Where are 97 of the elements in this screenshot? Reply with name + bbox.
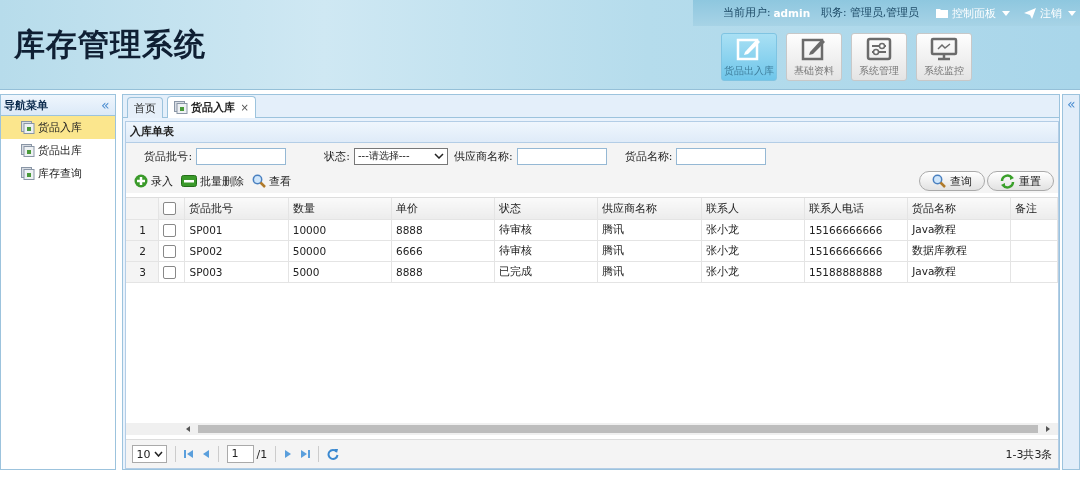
checkbox[interactable] — [163, 223, 177, 237]
column-header[interactable]: 供应商名称 — [598, 198, 702, 220]
page-icon — [21, 167, 35, 180]
search-icon — [932, 174, 947, 188]
monitor-icon — [930, 37, 958, 61]
role-label: 职务: — [821, 6, 847, 20]
column-header[interactable]: 状态 — [494, 198, 598, 220]
role-value: 管理员,管理员 — [849, 6, 919, 20]
table-cell: 待审核 — [494, 240, 598, 262]
row-number: 2 — [126, 240, 159, 262]
checkbox[interactable] — [163, 265, 177, 279]
toolbar-button[interactable]: 录入 — [134, 173, 174, 189]
action-button[interactable]: 查询 — [919, 171, 986, 191]
page-icon — [21, 144, 35, 157]
paper-plane-icon — [1024, 7, 1036, 19]
table-cell: 15166666666 — [804, 240, 908, 262]
page-size-dropdown[interactable]: 10 — [132, 445, 168, 463]
row-number: 1 — [126, 219, 159, 241]
app-title: 库存管理系统 — [14, 25, 206, 64]
table-cell: 8888 — [391, 219, 495, 241]
column-header[interactable]: 联系人 — [701, 198, 805, 220]
close-button[interactable]: × — [240, 102, 249, 113]
toolbar-button[interactable]: 批量删除 — [181, 173, 245, 189]
column-header[interactable]: 备注 — [1011, 198, 1058, 220]
table-cell: 50000 — [288, 240, 392, 262]
page-total: /1 — [256, 447, 268, 461]
checkbox[interactable] — [163, 244, 177, 258]
caret-icon — [1002, 10, 1010, 16]
folder-icon — [936, 8, 948, 18]
table-cell: SP002 — [185, 240, 289, 262]
table-cell: SP001 — [185, 219, 289, 241]
table-cell: 已完成 — [494, 261, 598, 283]
action-button[interactable]: 重置 — [987, 171, 1055, 191]
sidebar-item[interactable]: 库存查询 — [1, 162, 116, 185]
table-cell: Java教程 — [907, 219, 1011, 241]
field-label: 供应商名称: — [453, 148, 513, 164]
field-label: 货品批号: — [144, 148, 193, 164]
table-cell: 腾讯 — [598, 261, 702, 283]
chevron-down-icon — [154, 451, 164, 457]
sliders-icon — [866, 37, 892, 61]
column-header[interactable]: 联系人电话 — [804, 198, 908, 220]
field-label: 状态: — [324, 148, 350, 164]
sidebar-item[interactable]: 货品出库 — [1, 139, 116, 162]
table-cell: 张小龙 — [701, 219, 805, 241]
table-cell: 腾讯 — [598, 219, 702, 241]
caret-icon — [1068, 10, 1076, 16]
next-page-icon — [284, 449, 293, 459]
tab[interactable]: 首页 — [127, 97, 164, 118]
table-cell: Java教程 — [907, 261, 1011, 283]
page-summary: 1-3共3条 — [1005, 446, 1053, 462]
sidebar-item[interactable]: 货品入库 — [1, 116, 116, 139]
edit-icon — [801, 37, 827, 61]
refresh-icon — [1000, 173, 1016, 189]
page-icon — [21, 121, 35, 134]
first-page-icon — [184, 449, 195, 459]
sidebar-title: 导航菜单 — [4, 97, 48, 113]
page-input[interactable]: 1 — [227, 445, 255, 463]
column-header[interactable]: 货品名称 — [907, 198, 1011, 220]
row-number: 3 — [126, 261, 159, 283]
toolbar-button[interactable]: 查看 — [252, 173, 292, 189]
table-cell: 15188888888 — [804, 261, 908, 283]
table-cell: SP003 — [185, 261, 289, 283]
table-cell: 数据库教程 — [907, 240, 1011, 262]
table-cell: 8888 — [391, 261, 495, 283]
page-icon — [174, 101, 189, 114]
table-cell: 6666 — [391, 240, 495, 262]
last-page-icon — [300, 449, 311, 459]
status-dropdown[interactable]: ---请选择--- — [353, 147, 448, 165]
column-header[interactable]: 货品批号 — [185, 198, 289, 220]
table-cell: 5000 — [288, 261, 392, 283]
input-field[interactable] — [676, 147, 767, 165]
table-cell: 15166666666 — [804, 219, 908, 241]
input-field[interactable] — [516, 147, 607, 165]
input-field[interactable] — [196, 147, 287, 165]
user-name: admin — [773, 7, 811, 19]
nav-button[interactable]: 系统管理 — [851, 33, 907, 81]
table-cell: 10000 — [288, 219, 392, 241]
checkbox[interactable] — [163, 202, 177, 215]
search-icon — [252, 174, 267, 188]
tab[interactable]: 货品入库 × — [167, 96, 256, 118]
panel-title: 入库单表 — [126, 122, 1059, 143]
table-cell: 腾讯 — [598, 240, 702, 262]
column-header[interactable]: 数量 — [288, 198, 392, 220]
table-cell: 张小龙 — [701, 261, 805, 283]
user-label: 当前用户: — [722, 6, 771, 20]
refresh-icon — [327, 448, 340, 460]
nav-button[interactable]: 基础资料 — [786, 33, 842, 81]
plus-icon — [134, 174, 149, 188]
table-cell: 待审核 — [494, 219, 598, 241]
column-header[interactable]: 单价 — [391, 198, 495, 220]
chevron-down-icon — [433, 153, 444, 159]
table-cell: 张小龙 — [701, 240, 805, 262]
edit-icon — [736, 37, 762, 61]
nav-button[interactable]: 系统监控 — [916, 33, 972, 81]
field-label: 货品名称: — [624, 148, 673, 164]
previous-page-icon — [202, 449, 211, 459]
minus-icon — [181, 175, 198, 187]
